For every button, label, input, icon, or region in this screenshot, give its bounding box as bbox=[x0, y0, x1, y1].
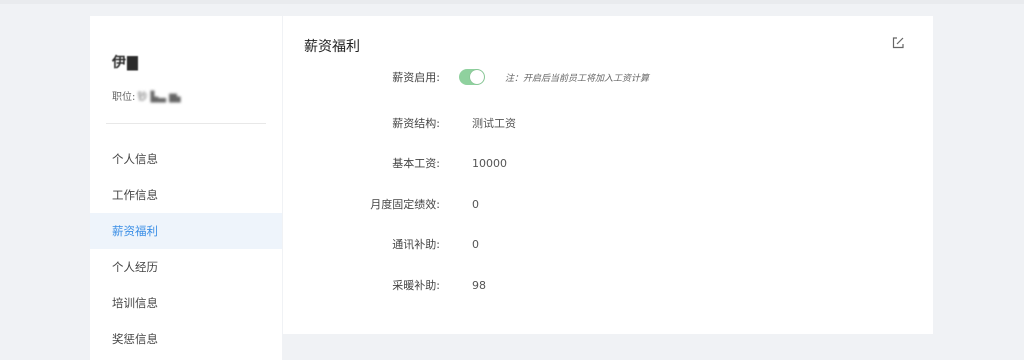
monthly-performance-label: 月度固定绩效: bbox=[370, 198, 440, 211]
toggle-knob bbox=[470, 70, 484, 84]
sidebar-item-work-info[interactable]: 工作信息 bbox=[90, 177, 282, 213]
row-monthly-performance: 月度固定绩效: 0 bbox=[283, 193, 933, 215]
sidebar-item-salary-benefits[interactable]: 薪资福利 bbox=[90, 213, 282, 249]
row-heating-allowance: 采暖补助: 98 bbox=[283, 274, 933, 296]
sidebar-menu: 个人信息 工作信息 薪资福利 个人经历 培训信息 奖惩信息 bbox=[90, 141, 282, 357]
base-salary-label: 基本工资: bbox=[392, 157, 440, 170]
comm-allowance-label: 通讯补助: bbox=[392, 238, 440, 251]
salary-enabled-label: 薪资启用: bbox=[392, 71, 440, 84]
monthly-performance-value: 0 bbox=[472, 197, 479, 211]
sidebar-item-experience[interactable]: 个人经历 bbox=[90, 249, 282, 285]
sidebar: 伊▇ 职位: 钞 ▙▃ ▆▖ 个人信息 工作信息 薪资福利 个人经历 培训信息 … bbox=[90, 16, 282, 360]
role-value: 钞 ▙▃ ▆▖ bbox=[137, 92, 185, 103]
heating-allowance-label: 采暖补助: bbox=[392, 279, 440, 292]
sidebar-item-personal-info[interactable]: 个人信息 bbox=[90, 141, 282, 177]
user-name: 伊▇ bbox=[112, 55, 139, 71]
salary-enabled-note: 注：开启后当前员工将加入工资计算 bbox=[505, 73, 650, 84]
base-salary-value: 10000 bbox=[472, 156, 507, 170]
sidebar-item-rewards[interactable]: 奖惩信息 bbox=[90, 321, 282, 357]
row-base-salary: 基本工资: 10000 bbox=[283, 152, 933, 174]
edit-icon[interactable] bbox=[891, 36, 905, 50]
profile-block: 伊▇ 职位: 钞 ▙▃ ▆▖ bbox=[90, 16, 282, 103]
comm-allowance-value: 0 bbox=[472, 237, 479, 251]
salary-panel: 薪资福利 薪资启用: 注：开启后当前员工将加入工资计算 薪资结构: 测试工资 基… bbox=[283, 16, 933, 334]
row-salary-structure: 薪资结构: 测试工资 bbox=[283, 112, 933, 134]
sidebar-item-training[interactable]: 培训信息 bbox=[90, 285, 282, 321]
user-role: 职位: 钞 ▙▃ ▆▖ bbox=[112, 88, 260, 103]
row-salary-enabled: 薪资启用: 注：开启后当前员工将加入工资计算 bbox=[283, 66, 933, 88]
panel-title: 薪资福利 bbox=[304, 39, 360, 55]
top-border bbox=[0, 0, 1024, 4]
salary-structure-label: 薪资结构: bbox=[392, 117, 440, 130]
role-label: 职位: bbox=[112, 92, 136, 103]
row-comm-allowance: 通讯补助: 0 bbox=[283, 233, 933, 255]
heating-allowance-value: 98 bbox=[472, 278, 486, 292]
salary-enabled-toggle[interactable] bbox=[459, 69, 485, 85]
salary-structure-value: 测试工资 bbox=[472, 117, 516, 130]
sidebar-divider bbox=[106, 123, 266, 124]
